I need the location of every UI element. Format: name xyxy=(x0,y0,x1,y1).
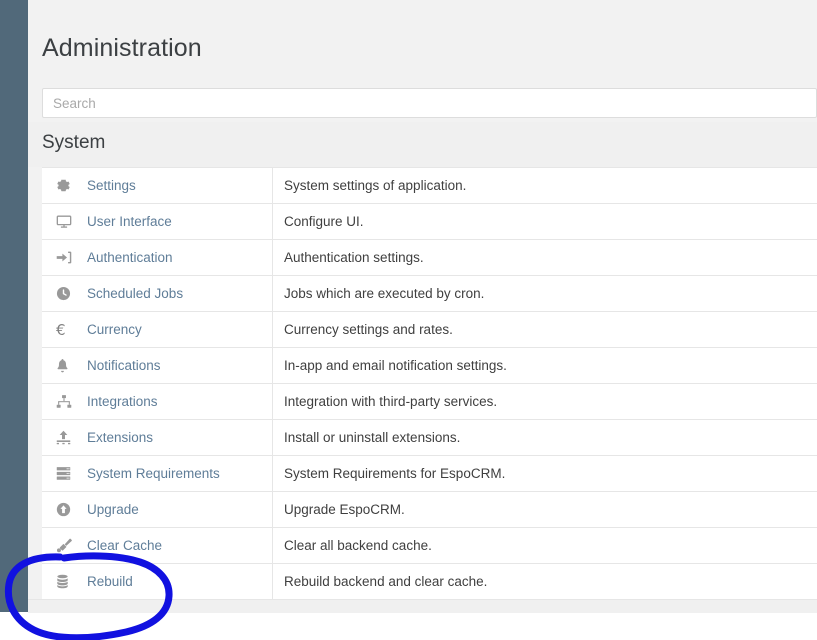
row-label-cell: Extensions xyxy=(42,420,273,455)
euro-icon: € xyxy=(56,322,76,338)
admin-link-scheduled-jobs[interactable]: Scheduled Jobs xyxy=(87,286,183,301)
row-label-cell: User Interface xyxy=(42,204,273,239)
table-row[interactable]: Authentication Authentication settings. xyxy=(42,240,817,276)
arrow-circle-up-icon xyxy=(56,502,76,518)
admin-link-upgrade[interactable]: Upgrade xyxy=(87,502,139,517)
row-description: Authentication settings. xyxy=(273,240,817,275)
table-row[interactable]: Notifications In-app and email notificat… xyxy=(42,348,817,384)
desktop-icon xyxy=(56,214,76,230)
row-description: System settings of application. xyxy=(273,168,817,203)
group-title: System xyxy=(42,130,105,156)
gear-icon xyxy=(56,178,76,194)
row-description: Configure UI. xyxy=(273,204,817,239)
admin-link-currency[interactable]: Currency xyxy=(87,322,142,337)
row-description: Upgrade EspoCRM. xyxy=(273,492,817,527)
group-header-system: System xyxy=(28,122,817,167)
admin-page-root: Administration System Settings System se… xyxy=(0,0,817,640)
admin-link-integrations[interactable]: Integrations xyxy=(87,394,158,409)
admin-link-rebuild[interactable]: Rebuild xyxy=(87,574,133,589)
administration-page: Administration System Settings System se… xyxy=(28,0,817,612)
admin-link-clear-cache[interactable]: Clear Cache xyxy=(87,538,162,553)
admin-link-authentication[interactable]: Authentication xyxy=(87,250,173,265)
search-field-wrapper xyxy=(42,88,817,118)
sitemap-icon xyxy=(56,394,76,410)
row-label-cell: Settings xyxy=(42,168,273,203)
admin-link-extensions[interactable]: Extensions xyxy=(87,430,153,445)
table-row[interactable]: € Currency Currency settings and rates. xyxy=(42,312,817,348)
broom-icon xyxy=(56,538,76,554)
admin-link-settings[interactable]: Settings xyxy=(87,178,136,193)
row-label-cell: € Currency xyxy=(42,312,273,347)
table-row[interactable]: Integrations Integration with third-part… xyxy=(42,384,817,420)
table-row[interactable]: User Interface Configure UI. xyxy=(42,204,817,240)
sign-in-icon xyxy=(56,250,76,266)
row-description: Integration with third-party services. xyxy=(273,384,817,419)
table-row[interactable]: Settings System settings of application. xyxy=(42,168,817,204)
page-title: Administration xyxy=(42,32,202,64)
row-description: Install or uninstall extensions. xyxy=(273,420,817,455)
row-description: Currency settings and rates. xyxy=(273,312,817,347)
search-input[interactable] xyxy=(42,88,817,118)
table-row[interactable]: Clear Cache Clear all backend cache. xyxy=(42,528,817,564)
page-bottom-band xyxy=(28,599,817,613)
row-description: Rebuild backend and clear cache. xyxy=(273,564,817,599)
server-icon xyxy=(56,466,76,482)
admin-link-system-requirements[interactable]: System Requirements xyxy=(87,466,220,481)
row-label-cell: Clear Cache xyxy=(42,528,273,563)
row-description: Clear all backend cache. xyxy=(273,528,817,563)
row-label-cell: Authentication xyxy=(42,240,273,275)
row-description: System Requirements for EspoCRM. xyxy=(273,456,817,491)
row-description: Jobs which are executed by cron. xyxy=(273,276,817,311)
table-row[interactable]: Upgrade Upgrade EspoCRM. xyxy=(42,492,817,528)
row-label-cell: Integrations xyxy=(42,384,273,419)
table-row[interactable]: System Requirements System Requirements … xyxy=(42,456,817,492)
admin-link-user-interface[interactable]: User Interface xyxy=(87,214,172,229)
database-icon xyxy=(56,574,76,590)
row-label-cell: Scheduled Jobs xyxy=(42,276,273,311)
row-label-cell: Notifications xyxy=(42,348,273,383)
bell-icon xyxy=(56,358,76,374)
table-row[interactable]: Extensions Install or uninstall extensio… xyxy=(42,420,817,456)
admin-panel-table: Settings System settings of application.… xyxy=(42,167,817,600)
clock-icon xyxy=(56,286,76,302)
admin-link-notifications[interactable]: Notifications xyxy=(87,358,161,373)
row-label-cell: System Requirements xyxy=(42,456,273,491)
left-navigation-rail xyxy=(0,0,28,612)
row-label-cell: Upgrade xyxy=(42,492,273,527)
row-label-cell: Rebuild xyxy=(42,564,273,599)
table-row[interactable]: Scheduled Jobs Jobs which are executed b… xyxy=(42,276,817,312)
upload-icon xyxy=(56,430,76,446)
row-description: In-app and email notification settings. xyxy=(273,348,817,383)
table-row[interactable]: Rebuild Rebuild backend and clear cache. xyxy=(42,564,817,600)
